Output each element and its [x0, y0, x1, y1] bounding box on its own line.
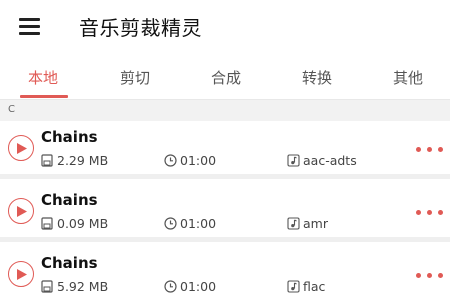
save-icon: [41, 280, 53, 293]
tab-cut[interactable]: 剪切: [120, 67, 150, 88]
tab-convert[interactable]: 转换: [302, 67, 332, 88]
section-header: C: [0, 100, 450, 121]
more-dots-icon[interactable]: [414, 208, 448, 218]
item-separator: [0, 174, 450, 179]
save-icon: [41, 217, 53, 230]
list-item[interactable]: Chains 5.92 MB 01:00 flac: [0, 247, 450, 300]
play-icon[interactable]: [8, 135, 34, 161]
list-item[interactable]: Chains 0.09 MB 01:00 amr: [0, 184, 450, 242]
tab-merge[interactable]: 合成: [211, 67, 241, 88]
clock-icon: [164, 217, 177, 230]
list-item[interactable]: Chains 2.29 MB 01:00 aac-adts: [0, 121, 450, 179]
more-dots-icon[interactable]: [414, 145, 448, 155]
tab-bar: 本地 剪切 合成 转换 其他: [0, 54, 450, 100]
app-bar: 音乐剪裁精灵: [0, 0, 450, 54]
play-icon[interactable]: [8, 198, 34, 224]
page-title: 音乐剪裁精灵: [79, 16, 202, 40]
song-title: Chains: [41, 128, 98, 146]
music-note-icon: [287, 154, 300, 167]
song-title: Chains: [41, 191, 98, 209]
hamburger-menu-icon[interactable]: [18, 16, 42, 36]
active-tab-indicator: [20, 95, 68, 98]
music-note-icon: [287, 217, 300, 230]
clock-icon: [164, 280, 177, 293]
save-icon: [41, 154, 53, 167]
item-separator: [0, 237, 450, 242]
tab-local[interactable]: 本地: [28, 67, 58, 88]
more-dots-icon[interactable]: [414, 271, 448, 281]
tab-other[interactable]: 其他: [393, 67, 423, 88]
section-letter: C: [8, 104, 15, 115]
song-title: Chains: [41, 254, 98, 272]
play-icon[interactable]: [8, 261, 34, 287]
clock-icon: [164, 154, 177, 167]
music-note-icon: [287, 280, 300, 293]
